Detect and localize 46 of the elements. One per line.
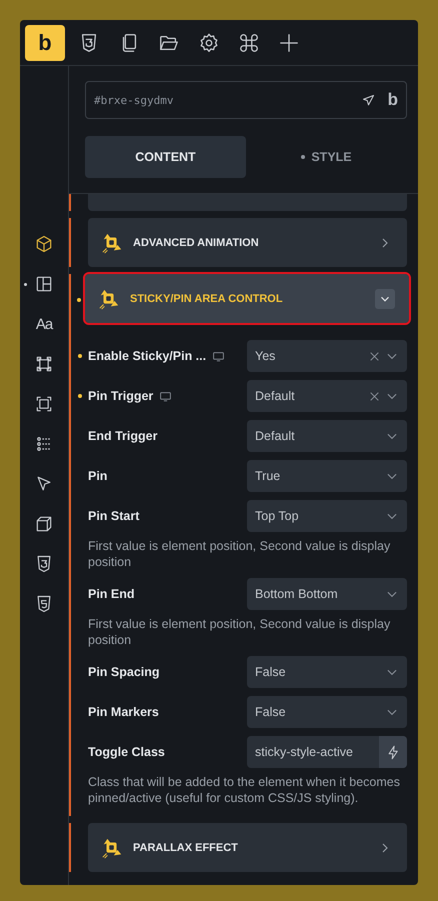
field-description: First value is element position, Second value is display position — [88, 538, 392, 570]
plugin-icon — [101, 836, 123, 858]
layout-icon[interactable] — [34, 274, 54, 294]
cube-icon[interactable] — [34, 234, 54, 254]
panel-tab[interactable]: CONTENT — [85, 136, 246, 178]
plugin-icon — [98, 288, 120, 310]
select-field[interactable]: Bottom Bottom — [247, 578, 407, 610]
select-field[interactable]: True — [247, 460, 407, 492]
typography-tab[interactable]: Aa — [36, 316, 52, 332]
selector-value: #brxe-sgydmv — [94, 94, 174, 106]
collapse-button[interactable] — [375, 288, 395, 308]
panel-tab[interactable]: STYLE — [246, 136, 407, 178]
selector-field[interactable]: #brxe-sgydmv b — [85, 81, 407, 119]
frame-icon[interactable] — [34, 354, 54, 374]
select-field[interactable]: Yes — [247, 340, 407, 372]
select-field[interactable]: Default — [247, 380, 407, 412]
section-header[interactable]: STICKY/PIN AREA CONTROL — [85, 274, 409, 323]
field-description: Class that will be added to the element when it becomes pinned/active (useful for custom CSS/JS styling). — [88, 774, 401, 806]
field-label: Pin Markers — [88, 705, 159, 719]
select-field[interactable]: Top Top — [247, 500, 407, 532]
clear-icon[interactable] — [368, 390, 381, 402]
field-label: Pin Trigger — [88, 389, 154, 403]
builder-badge[interactable]: b — [388, 90, 398, 110]
pointer-icon[interactable] — [360, 92, 376, 108]
field-label: Pin — [88, 469, 108, 483]
select-field[interactable]: False — [247, 696, 407, 728]
lightning-icon — [386, 744, 400, 760]
field-label: End Trigger — [88, 429, 158, 443]
field-label: Pin End — [88, 587, 135, 601]
logo[interactable]: b — [25, 24, 65, 60]
select-field[interactable]: Default — [247, 420, 407, 452]
plugin-icon — [101, 232, 123, 254]
section-header[interactable]: ADVANCED ANIMATION — [88, 218, 407, 267]
clear-icon[interactable] — [368, 350, 381, 362]
field-label: Enable Sticky/Pin ... — [88, 349, 206, 363]
dynamic-data-button[interactable] — [379, 736, 407, 768]
field-label: Pin Start — [88, 509, 140, 523]
select-field[interactable]: False — [247, 656, 407, 688]
desktop-icon[interactable] — [212, 350, 226, 362]
field-label: Toggle Class — [88, 745, 165, 759]
field-description: First value is element position, Second value is display position — [88, 616, 392, 648]
desktop-icon[interactable] — [159, 390, 172, 402]
section-header[interactable]: PARALLAX EFFECT — [88, 823, 407, 872]
box-icon[interactable] — [34, 514, 54, 534]
field-label: Pin Spacing — [88, 665, 160, 679]
crop-icon[interactable] — [34, 394, 54, 414]
